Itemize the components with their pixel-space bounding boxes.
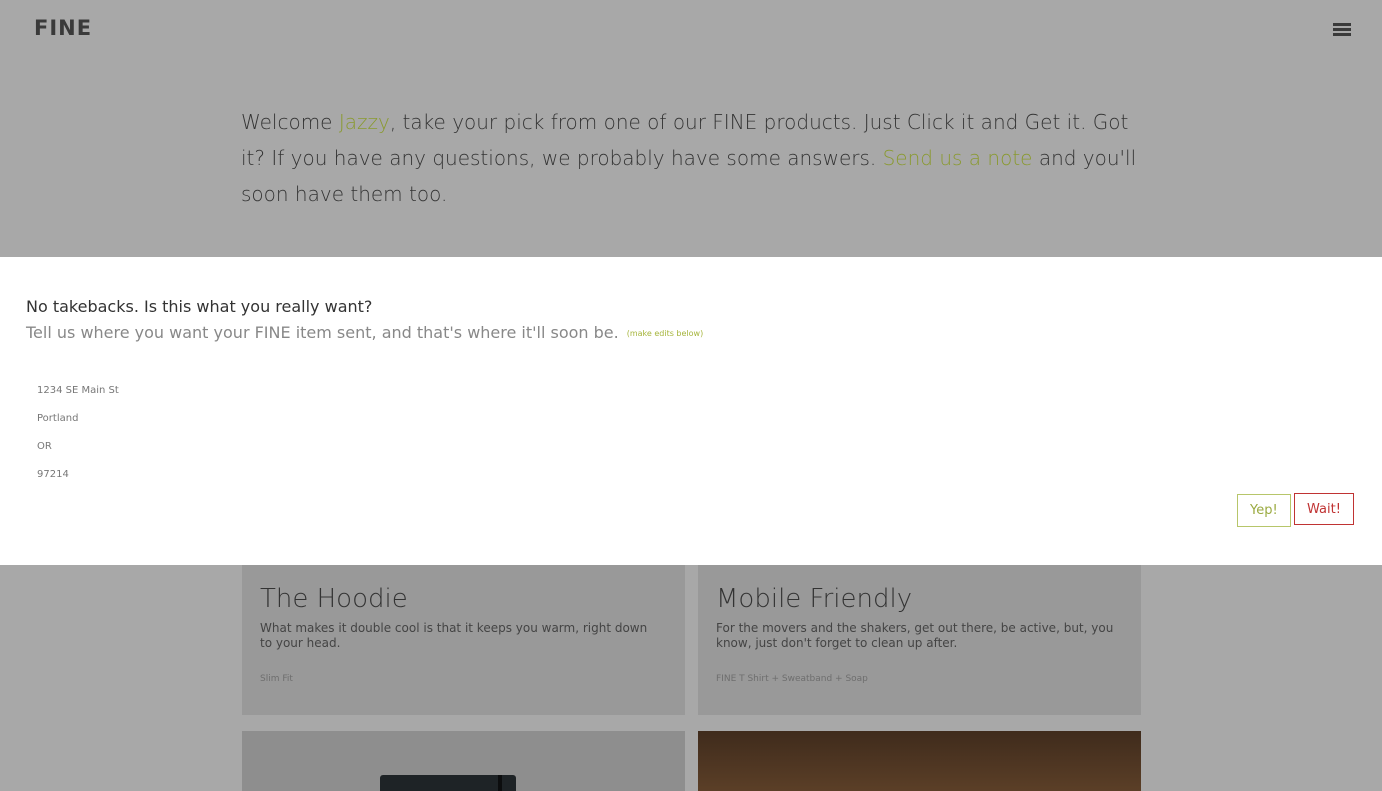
dialog-subtitle-text: Tell us where you want your FINE item se… [26,323,619,342]
intro-text-1: Welcome [241,110,339,134]
product-description: For the movers and the shakers, get out … [716,621,1114,650]
top-bar: FINE [0,0,1382,60]
hamburger-menu-icon[interactable] [1333,23,1351,36]
address-street-field[interactable]: 1234 SE Main St [37,385,119,396]
product-image-wood[interactable] [698,731,1141,791]
notebook-strap-image [498,775,502,791]
make-edits-hint[interactable]: (make edits below) [627,329,703,338]
address-state-field[interactable]: OR [37,441,52,452]
send-note-link[interactable]: Send us a note [883,146,1033,170]
product-card-mobile-friendly[interactable]: Mobile Friendly For the movers and the s… [698,565,1141,715]
product-title: The Hoodie [260,584,408,614]
product-card-hoodie[interactable]: The Hoodie What makes it double cool is … [242,565,685,715]
fine-logo[interactable]: FINE [34,16,92,40]
welcome-intro: Welcome Jazzy, take your pick from one o… [241,104,1141,212]
product-title: Mobile Friendly [716,584,913,614]
product-meta: FINE T Shirt + Sweatband + Soap [716,674,868,684]
dialog-subtitle: Tell us where you want your FINE item se… [26,323,703,342]
product-meta: Slim Fit [260,674,293,684]
confirm-order-dialog: No takebacks. Is this what you really wa… [0,257,1382,565]
product-image-notebook[interactable] [242,731,685,791]
address-city-field[interactable]: Portland [37,413,78,424]
confirm-yep-button[interactable]: Yep! [1237,494,1291,527]
notebook-image [380,775,516,791]
address-zip-field[interactable]: 97214 [37,469,69,480]
cancel-wait-button[interactable]: Wait! [1294,493,1354,525]
product-description: What makes it double cool is that it kee… [260,621,648,650]
dialog-title: No takebacks. Is this what you really wa… [26,297,373,316]
user-name-link[interactable]: Jazzy [339,110,390,134]
